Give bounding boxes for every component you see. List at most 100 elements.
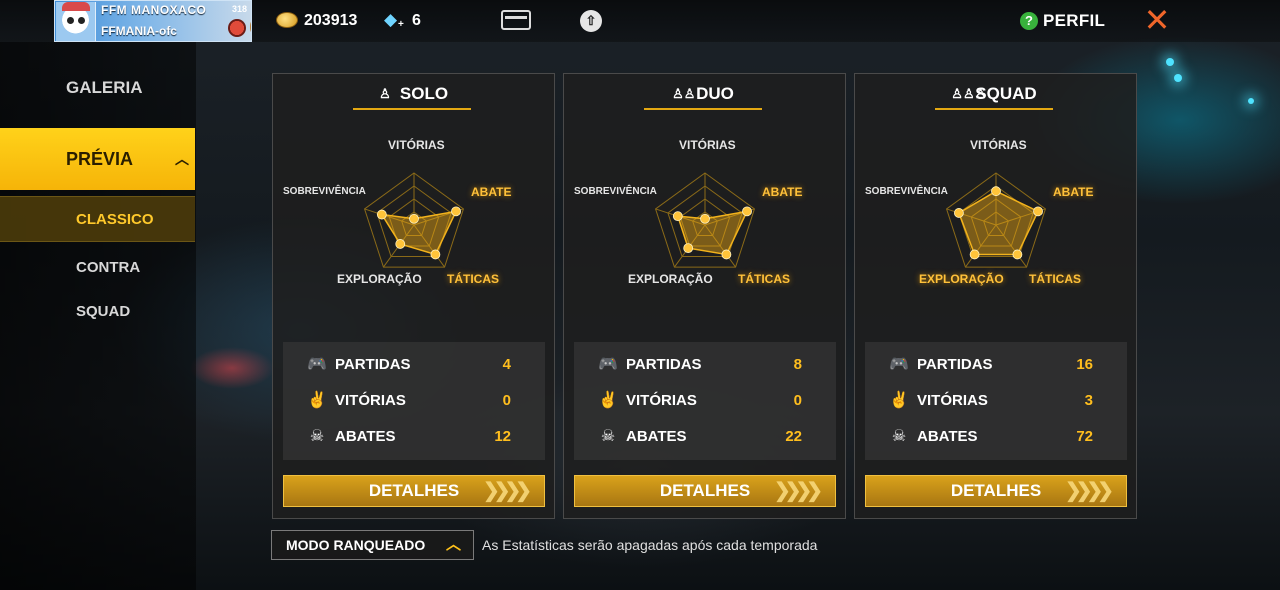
radar-label-exploracao: EXPLORAÇÃO xyxy=(337,272,422,286)
radar-point-vitorias xyxy=(409,213,419,224)
stat-row-vitorias: ✌ VITÓRIAS 3 xyxy=(865,386,1127,416)
radar-value-area xyxy=(380,210,458,256)
membership-card-icon[interactable] xyxy=(501,10,531,30)
panel-mode-label: DUO xyxy=(696,84,734,103)
radar-chart xyxy=(654,172,756,268)
stat-row-partidas: 🎮 PARTIDAS 4 xyxy=(283,350,545,380)
sidebar-item-contra-squad[interactable]: CONTRA SQUAD xyxy=(0,246,195,320)
radar-point-sobrevivencia xyxy=(672,211,683,222)
guild-name: FFMANIA-ofc xyxy=(101,24,177,38)
stat-label: VITÓRIAS xyxy=(917,392,988,409)
radar-label-taticas: TÁTICAS xyxy=(738,272,790,286)
panel-mode-label: SQUAD xyxy=(975,84,1037,103)
victory-hand-icon: ✌ xyxy=(598,392,618,409)
solo-icon: ♙ xyxy=(379,86,391,101)
stat-row-abates: ☠ ABATES 22 xyxy=(574,422,836,452)
radar-chart xyxy=(363,172,465,268)
stat-value: 3 xyxy=(1084,392,1093,409)
skull-icon: ☠ xyxy=(600,428,616,445)
radar-point-taticas xyxy=(721,249,732,260)
radar-value-area xyxy=(957,190,1040,256)
stats-panel-duo: ♙♙DUO VITÓRIAS ABATE TÁTICAS EXPLORAÇÃO … xyxy=(563,73,846,519)
radar-label-taticas: TÁTICAS xyxy=(447,272,499,286)
avatar-hat xyxy=(62,2,90,11)
detalhes-button[interactable]: DETALHES ❯❯❯❯ xyxy=(865,475,1127,507)
detalhes-button[interactable]: DETALHES ❯❯❯❯ xyxy=(574,475,836,507)
avatar-eye xyxy=(67,17,74,24)
radar-label-taticas: TÁTICAS xyxy=(1029,272,1081,286)
season-notice: As Estatísticas serão apagadas após cada… xyxy=(482,537,818,553)
stat-row-vitorias: ✌ VITÓRIAS 0 xyxy=(283,386,545,416)
panel-title: ♙ SOLO xyxy=(353,80,471,110)
stat-label: VITÓRIAS xyxy=(335,392,406,409)
stats-box: 🎮 PARTIDAS 4 ✌ VITÓRIAS 0 ☠ ABATES 12 xyxy=(283,342,545,460)
radar-label-vitorias: VITÓRIAS xyxy=(388,138,445,152)
stats-box: 🎮 PARTIDAS 8 ✌ VITÓRIAS 0 ☠ ABATES 22 xyxy=(574,342,836,460)
rank-badge-icon xyxy=(228,19,246,37)
cloud-upload-icon[interactable]: ⇧ xyxy=(580,10,602,32)
mode-select[interactable]: MODO RANQUEADO ︿ xyxy=(271,530,474,560)
victory-hand-icon: ✌ xyxy=(307,392,327,409)
stat-label: ABATES xyxy=(335,428,396,445)
stat-label: PARTIDAS xyxy=(626,356,702,373)
avatar-eye xyxy=(78,17,85,24)
avatar xyxy=(56,2,96,41)
stat-label: ABATES xyxy=(626,428,687,445)
sidebar-item-classico[interactable]: CLASSICO xyxy=(0,196,195,242)
controller-icon: 🎮 xyxy=(598,356,618,373)
background-light xyxy=(1174,74,1182,82)
detalhes-button[interactable]: DETALHES ❯❯❯❯ xyxy=(283,475,545,507)
radar-chart xyxy=(945,172,1047,268)
radar-point-exploracao xyxy=(683,243,694,254)
close-button[interactable]: ✕ xyxy=(1140,4,1174,38)
background-light xyxy=(1166,58,1174,66)
radar-label-sobrevivencia: SOBREVIVÊNCIA xyxy=(865,186,948,197)
controller-icon: 🎮 xyxy=(889,356,909,373)
chevron-up-icon: ︿ xyxy=(445,536,461,553)
stat-value: 72 xyxy=(1076,428,1093,445)
mode-select-label: MODO RANQUEADO xyxy=(286,537,426,553)
panel-title: ♙♙♙SQUAD xyxy=(935,80,1053,110)
squad-icon: ♙♙♙ xyxy=(951,86,987,101)
player-banner[interactable]: FFM MANOXACO FFMANIA-ofc 318 xyxy=(54,0,252,42)
radar-point-sobrevivencia xyxy=(954,208,964,218)
stats-panel-solo: ♙ SOLO VITÓRIAS ABATE TÁTICAS EXPLORAÇÃO … xyxy=(272,73,555,519)
diamond-icon[interactable]: ◆ xyxy=(384,11,397,29)
chevron-right-icon: ❯❯❯❯ xyxy=(773,480,823,502)
help-icon[interactable]: ? xyxy=(1020,12,1038,30)
stat-row-partidas: 🎮 PARTIDAS 16 xyxy=(865,350,1127,380)
perfil-link[interactable]: PERFIL xyxy=(1043,11,1105,31)
radar-point-exploracao xyxy=(969,249,980,260)
radar-point-abate xyxy=(742,206,752,217)
duo-icon: ♙♙ xyxy=(672,86,696,101)
radar-point-taticas xyxy=(1012,249,1023,260)
detalhes-label: DETALHES xyxy=(950,481,1042,500)
stat-value: 22 xyxy=(785,428,802,445)
radar-label-sobrevivencia: SOBREVIVÊNCIA xyxy=(574,186,657,197)
diamond-count: 6 xyxy=(412,12,421,29)
radar-point-exploracao xyxy=(395,239,406,249)
radar-point-sobrevivencia xyxy=(376,209,387,220)
sidebar-item-previa[interactable]: PRÉVIA ︿ xyxy=(0,128,195,190)
sidebar-item-label: PRÉVIA xyxy=(66,149,134,169)
stat-value: 16 xyxy=(1076,356,1093,373)
stat-value: 0 xyxy=(502,392,511,409)
radar-label-exploracao: EXPLORAÇÃO xyxy=(919,272,1004,286)
stat-label: PARTIDAS xyxy=(917,356,993,373)
radar-point-vitorias xyxy=(700,213,710,224)
detalhes-label: DETALHES xyxy=(368,481,460,500)
stat-row-abates: ☠ ABATES 12 xyxy=(283,422,545,452)
radar-label-abate: ABATE xyxy=(471,185,512,199)
radar-point-abate xyxy=(451,206,461,217)
chevron-right-icon: ❯❯❯❯ xyxy=(1064,480,1114,502)
radar-label-abate: ABATE xyxy=(1053,185,1094,199)
stat-value: 4 xyxy=(502,356,511,373)
diamond-plus-icon[interactable]: + xyxy=(398,19,404,30)
controller-icon: 🎮 xyxy=(307,356,327,373)
gold-coin-icon xyxy=(276,12,298,28)
stat-row-abates: ☠ ABATES 72 xyxy=(865,422,1127,452)
stat-value: 0 xyxy=(793,392,802,409)
top-bar: FFM MANOXACO FFMANIA-ofc 318 203913 ◆ + … xyxy=(0,0,1280,42)
radar-label-abate: ABATE xyxy=(762,185,803,199)
sidebar-item-galeria[interactable]: GALERIA xyxy=(0,68,196,108)
